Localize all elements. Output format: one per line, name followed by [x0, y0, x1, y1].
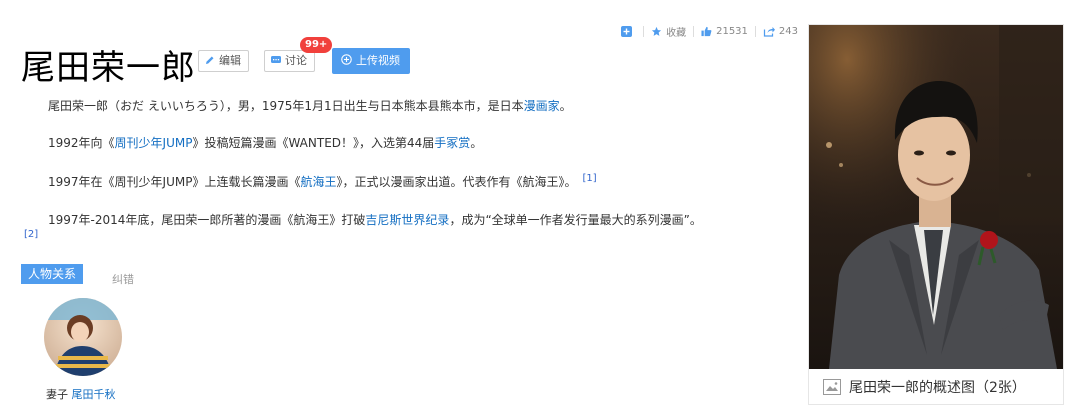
relation-name-link[interactable]: 尾田千秋 — [72, 388, 116, 401]
discuss-label: 讨论 — [285, 54, 307, 67]
discuss-count-badge: 99+ — [300, 37, 333, 53]
discuss-button[interactable]: 讨论 — [264, 50, 315, 72]
paragraph-text: 1997年-2014年底，尾田荣一郎所著的漫画《航海王》打破 — [48, 213, 366, 227]
link-one-piece[interactable]: 航海王 — [300, 175, 336, 189]
link-guinness[interactable]: 吉尼斯世界纪录 — [365, 213, 449, 227]
paragraph-text: 》，正式以漫画家出道。代表作有《航海王》。 — [336, 175, 577, 189]
reference-link[interactable]: [2] — [24, 229, 38, 240]
star-icon — [652, 26, 662, 36]
avatar[interactable] — [44, 298, 122, 376]
plus-circle-icon — [341, 54, 352, 65]
divider — [643, 26, 645, 37]
pencil-icon — [206, 56, 214, 64]
share-icon — [763, 27, 775, 37]
link-weekly-jump[interactable]: 周刊少年JUMP — [115, 136, 193, 150]
like-count: 21531 — [716, 26, 748, 37]
portrait-image — [809, 25, 1063, 369]
relation-type: 妻子 — [46, 388, 68, 401]
share-button[interactable]: 243 — [763, 26, 798, 37]
avatar-image — [44, 298, 122, 376]
summary-photo[interactable] — [809, 25, 1063, 369]
share-count: 243 — [778, 26, 798, 37]
paragraph-text: 。 — [559, 99, 572, 113]
upload-video-button[interactable]: 上传视频 — [332, 48, 410, 74]
like-button[interactable]: 21531 — [701, 26, 748, 37]
relation-item: 妻子 尾田千秋 — [46, 386, 116, 402]
favorite-label: 收藏 — [666, 28, 687, 39]
thumbs-up-icon — [701, 26, 712, 37]
paragraph-text: 1992年向《 — [48, 136, 115, 150]
link-manga-artist[interactable]: 漫画家 — [524, 99, 560, 113]
edit-button[interactable]: 编辑 — [198, 50, 249, 72]
edit-label: 编辑 — [219, 54, 241, 67]
correct-link[interactable]: 纠错 — [112, 271, 134, 287]
link-tezuka-award[interactable]: 手冢赏 — [434, 136, 470, 150]
comment-icon — [271, 56, 281, 63]
relations-tag[interactable]: 人物关系 — [21, 264, 84, 284]
divider — [693, 26, 695, 37]
paragraph-text: 尾田荣一郎（おだ えいいちろう），男，1975年1月1日出生与日本熊本县熊本市，… — [48, 99, 524, 113]
paragraph-text: 》投稿短篇漫画《WANTED！》，入选第44届 — [192, 136, 435, 150]
summary-paragraph: 尾田荣一郎（おだ えいいちろう），男，1975年1月1日出生与日本熊本县熊本市，… — [48, 97, 572, 114]
divider — [754, 26, 756, 37]
upload-label: 上传视频 — [356, 54, 400, 67]
page-title: 尾田荣一郎 — [21, 48, 196, 88]
plus-square-icon — [621, 26, 633, 37]
album-caption-text: 尾田荣一郎的概述图（2张） — [849, 380, 1026, 396]
summary-paragraph: 1997年-2014年底，尾田荣一郎所著的漫画《航海王》打破吉尼斯世界纪录，成为… — [48, 211, 702, 228]
gallery-icon — [823, 379, 841, 395]
summary-album[interactable]: 尾田荣一郎的概述图（2张） — [808, 24, 1064, 405]
paragraph-text: ，成为“全球单一作者发行量最大的系列漫画”。 — [449, 213, 702, 227]
paragraph-text: 。 — [470, 136, 483, 150]
favorite-button[interactable]: 收藏 — [651, 24, 686, 39]
summary-paragraph: 1992年向《周刊少年JUMP》投稿短篇漫画《WANTED！》，入选第44届手冢… — [48, 134, 482, 151]
reference-link[interactable]: [1] — [582, 173, 596, 184]
add-icon-button[interactable] — [621, 26, 636, 37]
summary-paragraph: 1997年在《周刊少年JUMP》上连载长篇漫画《航海王》，正式以漫画家出道。代表… — [48, 173, 597, 190]
album-caption[interactable]: 尾田荣一郎的概述图（2张） — [823, 377, 1026, 397]
entry-toolbar: 收藏 21531 243 — [621, 24, 798, 39]
paragraph-text: 1997年在《周刊少年JUMP》上连载长篇漫画《 — [48, 175, 301, 189]
